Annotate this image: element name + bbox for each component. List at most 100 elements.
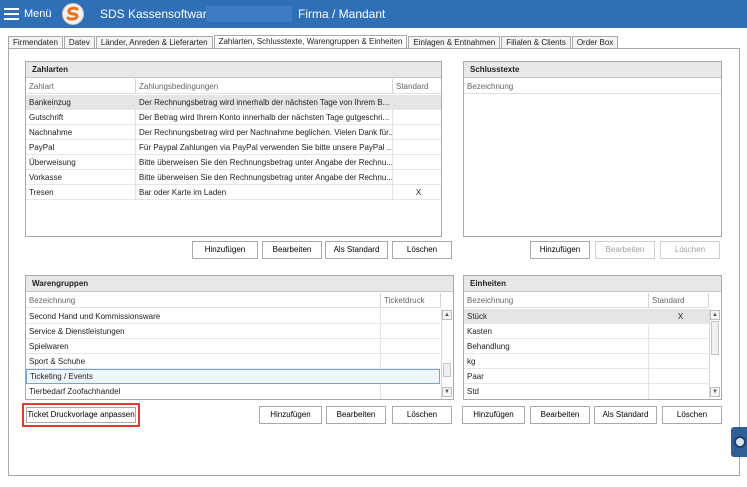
einheiten-add-button[interactable]: Hinzufügen xyxy=(462,406,525,424)
table-row[interactable]: Tierbedarf Zoofachhandel xyxy=(26,384,440,399)
cell-bezeichnung: Sport & Schuhe xyxy=(26,354,381,369)
cell-zahlart: Vorkasse xyxy=(26,170,136,185)
einheiten-default-button[interactable]: Als Standard xyxy=(594,406,657,424)
ticket-button-highlight: Ticket Druckvorlage anpassen xyxy=(22,403,140,427)
einheiten-delete-button[interactable]: Löschen xyxy=(662,406,722,424)
warengruppen-scrollbar[interactable]: ▲ ▼ xyxy=(441,309,452,399)
column-header-standard[interactable]: Standard xyxy=(649,293,709,308)
cell-bezeichnung: Service & Dienstleistungen xyxy=(26,324,381,339)
table-row[interactable]: Bankeinzug Der Rechnungsbetrag wird inne… xyxy=(26,95,441,110)
menu-button[interactable]: Menü xyxy=(4,4,52,24)
cell-zahlart: Nachnahme xyxy=(26,125,136,140)
support-lifebuoy-icon xyxy=(734,436,746,448)
cell-standard xyxy=(649,354,709,369)
column-header-bezeichnung[interactable]: Bezeichnung xyxy=(464,79,721,94)
table-row[interactable]: Gutschrift Der Betrag wird Ihrem Konto i… xyxy=(26,110,441,125)
redacted-area xyxy=(206,6,292,22)
cell-bezeichnung: Behandlung xyxy=(464,339,649,354)
cell-standard xyxy=(649,369,709,384)
cell-zahlart: Bankeinzug xyxy=(26,95,136,110)
column-header-zahlart[interactable]: Zahlart xyxy=(26,79,136,94)
scroll-thumb[interactable] xyxy=(443,363,451,377)
ticket-druckvorlage-button[interactable]: Ticket Druckvorlage anpassen xyxy=(26,407,136,423)
warengruppen-edit-button[interactable]: Bearbeiten xyxy=(326,406,386,424)
cell-zahlart: PayPal xyxy=(26,140,136,155)
table-row[interactable]: Behandlung xyxy=(464,339,709,354)
cell-standard xyxy=(393,140,441,155)
cell-standard: X xyxy=(415,188,422,197)
column-header-ticketdruck[interactable]: Ticketdruck xyxy=(381,293,441,308)
einheiten-panel: Einheiten Bezeichnung Standard Stück X K… xyxy=(463,275,722,400)
table-row[interactable]: Sport & Schuhe xyxy=(26,354,440,369)
cell-zahlart: Überweisung xyxy=(26,155,136,170)
cell-zahlart: Tresen xyxy=(26,185,136,200)
zahlarten-panel: Zahlarten Zahlart Zahlungsbedingungen St… xyxy=(25,61,443,237)
cell-bezeichnung: kg xyxy=(464,354,649,369)
cell-zahlungsbedingung: Für Paypal Zahlungen via PayPal verwende… xyxy=(136,140,393,155)
firma-title: Firma / Mandant xyxy=(298,7,386,21)
scroll-down-arrow-icon[interactable]: ▼ xyxy=(710,387,720,397)
table-row[interactable]: Ticketing / Events xyxy=(26,369,440,384)
cell-standard xyxy=(393,110,441,125)
cell-zahlungsbedingung: Bitte überweisen Sie den Rechnungsbetrag… xyxy=(136,170,393,185)
table-row[interactable]: Kasten xyxy=(464,324,709,339)
zahlarten-delete-button[interactable]: Löschen xyxy=(392,241,452,259)
column-header-standard[interactable]: Standard xyxy=(393,79,443,94)
table-row[interactable]: Tresen Bar oder Karte im Laden X xyxy=(26,185,441,200)
zahlarten-add-button[interactable]: Hinzufügen xyxy=(192,241,258,259)
cell-standard: X xyxy=(677,312,684,321)
cell-bezeichnung: Kasten xyxy=(464,324,649,339)
scroll-up-arrow-icon[interactable]: ▲ xyxy=(710,310,720,320)
schlusstexte-add-button[interactable]: Hinzufügen xyxy=(530,241,590,259)
warengruppen-add-button[interactable]: Hinzufügen xyxy=(259,406,322,424)
schlusstexte-panel: Schlusstexte Bezeichnung xyxy=(463,61,722,237)
column-header-bezeichnung[interactable]: Bezeichnung xyxy=(26,293,381,308)
cell-zahlungsbedingung: Bar oder Karte im Laden xyxy=(136,185,393,200)
zahlarten-title: Zahlarten xyxy=(26,62,441,78)
cell-standard xyxy=(393,125,441,140)
cell-zahlungsbedingung: Der Betrag wird Ihrem Konto innerhalb de… xyxy=(136,110,393,125)
table-row[interactable]: Second Hand und Kommissionsware xyxy=(26,309,440,324)
cell-zahlungsbedingung: Bitte überweisen Sie den Rechnungsbetrag… xyxy=(136,155,393,170)
einheiten-title: Einheiten xyxy=(464,276,721,292)
table-row[interactable]: Service & Dienstleistungen xyxy=(26,324,440,339)
table-row[interactable]: Überweisung Bitte überweisen Sie den Rec… xyxy=(26,155,441,170)
cell-zahlungsbedingung: Der Rechnungsbetrag wird innerhalb der n… xyxy=(136,95,393,110)
cell-standard xyxy=(393,95,441,110)
menu-label: Menü xyxy=(24,8,52,20)
table-row[interactable]: Std xyxy=(464,384,709,399)
cell-bezeichnung: Stück xyxy=(464,309,649,324)
title-bar: Menü SDS Kassensoftware Firma / Mandant xyxy=(0,0,747,28)
tab-bar: Firmendaten Datev Länder, Anreden & Lief… xyxy=(8,35,619,50)
cell-standard xyxy=(649,324,709,339)
support-tab[interactable] xyxy=(731,427,747,457)
hamburger-icon xyxy=(4,8,19,20)
warengruppen-panel: Warengruppen Bezeichnung Ticketdruck Sec… xyxy=(25,275,454,400)
schlusstexte-title: Schlusstexte xyxy=(464,62,721,78)
einheiten-scrollbar[interactable]: ▲ ▼ xyxy=(709,309,720,399)
table-row[interactable]: kg xyxy=(464,354,709,369)
table-row[interactable]: Nachnahme Der Rechnungsbetrag wird per N… xyxy=(26,125,441,140)
table-row[interactable]: Paar xyxy=(464,369,709,384)
column-header-zahlungsbedingungen[interactable]: Zahlungsbedingungen xyxy=(136,79,393,94)
scroll-up-arrow-icon[interactable]: ▲ xyxy=(442,310,452,320)
warengruppen-title: Warengruppen xyxy=(26,276,453,292)
sds-logo-icon xyxy=(62,3,84,25)
cell-bezeichnung: Second Hand und Kommissionsware xyxy=(26,309,381,324)
cell-standard xyxy=(649,339,709,354)
zahlarten-default-button[interactable]: Als Standard xyxy=(325,241,388,259)
cell-standard xyxy=(649,384,709,399)
einheiten-edit-button[interactable]: Bearbeiten xyxy=(530,406,590,424)
schlusstexte-edit-button[interactable]: Bearbeiten xyxy=(595,241,655,259)
column-header-bezeichnung[interactable]: Bezeichnung xyxy=(464,293,649,308)
table-row[interactable]: Vorkasse Bitte überweisen Sie den Rechnu… xyxy=(26,170,441,185)
scroll-down-arrow-icon[interactable]: ▼ xyxy=(442,387,452,397)
table-row[interactable]: Stück X xyxy=(464,309,709,324)
scroll-thumb[interactable] xyxy=(711,321,719,355)
schlusstexte-delete-button[interactable]: Löschen xyxy=(660,241,720,259)
warengruppen-delete-button[interactable]: Löschen xyxy=(392,406,452,424)
table-row[interactable]: Spielwaren xyxy=(26,339,440,354)
zahlarten-edit-button[interactable]: Bearbeiten xyxy=(262,241,322,259)
table-row[interactable]: PayPal Für Paypal Zahlungen via PayPal v… xyxy=(26,140,441,155)
cell-standard xyxy=(393,155,441,170)
